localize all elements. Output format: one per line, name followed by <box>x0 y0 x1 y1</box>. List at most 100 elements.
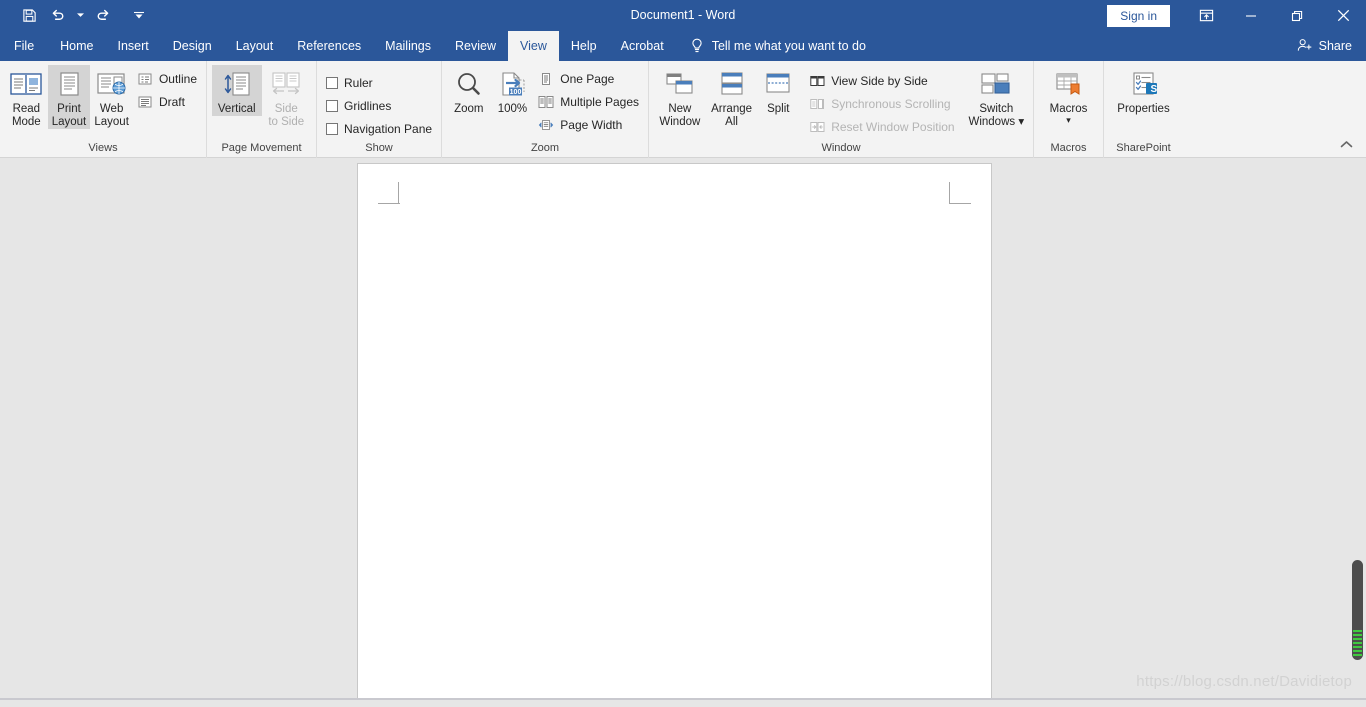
vertical-scroll-icon <box>220 67 254 103</box>
arrange-all-button[interactable]: Arrange All <box>706 65 758 129</box>
quick-access-toolbar <box>0 0 152 31</box>
undo-dropdown-chevron-down-icon[interactable] <box>72 4 88 28</box>
switch-windows-label-line1: Switch <box>979 103 1014 115</box>
bottom-divider <box>0 698 1366 700</box>
sign-in-button[interactable]: Sign in <box>1107 4 1170 27</box>
save-icon[interactable] <box>16 4 42 28</box>
print-layout-label-line2: Layout <box>51 116 87 128</box>
zoom-100-button[interactable]: 100 100% <box>491 65 535 116</box>
document-canvas[interactable]: https://blog.csdn.net/Davidietop <box>0 158 1366 700</box>
one-page-label: One Page <box>560 71 615 86</box>
tab-view[interactable]: View <box>508 31 559 61</box>
zoom-group-label: Zoom <box>530 142 560 154</box>
zoom-button[interactable]: Zoom <box>447 65 491 116</box>
arrange-all-icon <box>715 67 749 103</box>
macros-button[interactable]: Macros ▾ <box>1039 65 1098 125</box>
split-button[interactable]: Split <box>757 65 799 116</box>
navigation-pane-checkbox-row[interactable]: Navigation Pane <box>322 117 436 140</box>
macros-chevron-down-icon[interactable]: ▾ <box>1066 116 1071 125</box>
navigation-pane-checkbox[interactable] <box>326 122 338 135</box>
show-checkbox-list: Ruler Gridlines Navigation Pane <box>322 65 436 140</box>
document-page[interactable] <box>358 164 991 700</box>
ribbon-group-sharepoint: S Properties SharePoint <box>1103 61 1183 158</box>
minimize-icon[interactable] <box>1228 0 1274 31</box>
sharepoint-group-label: SharePoint <box>1116 142 1171 154</box>
tab-acrobat[interactable]: Acrobat <box>609 31 676 61</box>
web-layout-label-line2: Layout <box>94 116 129 128</box>
margin-corner-mark-top-left <box>378 182 400 204</box>
page-width-label: Page Width <box>560 117 623 132</box>
gridlines-checkbox[interactable] <box>326 99 338 112</box>
page-movement-group-label: Page Movement <box>221 142 302 154</box>
reset-window-position-button[interactable]: Reset Window Position <box>805 115 958 138</box>
redo-icon[interactable] <box>90 4 116 28</box>
web-layout-button[interactable]: Web Layout <box>90 65 133 129</box>
switch-windows-icon <box>979 67 1013 103</box>
side-to-side-button[interactable]: Side to Side <box>262 65 312 129</box>
synchronous-scrolling-button[interactable]: Synchronous Scrolling <box>805 92 958 115</box>
web-layout-icon <box>95 67 129 103</box>
vertical-label-line1: Vertical <box>217 103 256 115</box>
share-button[interactable]: Share <box>1287 31 1366 61</box>
tell-me-search[interactable]: Tell me what you want to do <box>680 31 876 61</box>
vertical-scrollbar[interactable] <box>1349 158 1366 700</box>
page-width-button[interactable]: Page Width <box>534 113 643 136</box>
view-side-by-side-icon <box>809 73 825 89</box>
gridlines-checkbox-row[interactable]: Gridlines <box>322 94 436 117</box>
tab-review[interactable]: Review <box>443 31 508 61</box>
customize-quick-access-toolbar-icon[interactable] <box>126 4 152 28</box>
ruler-label: Ruler <box>344 75 373 90</box>
switch-windows-button[interactable]: Switch Windows ▾ <box>965 65 1028 129</box>
close-icon[interactable] <box>1320 0 1366 31</box>
draft-button[interactable]: Draft <box>133 90 201 113</box>
ribbon-group-window: New Window Arrange All Split View Side b… <box>648 61 1033 158</box>
undo-icon[interactable] <box>44 4 70 28</box>
scrollbar-progress-ticks <box>1353 630 1362 656</box>
svg-text:100: 100 <box>510 89 522 96</box>
restore-icon[interactable] <box>1274 0 1320 31</box>
synchronous-scrolling-label: Synchronous Scrolling <box>831 96 951 111</box>
vertical-button[interactable]: Vertical <box>212 65 262 116</box>
view-side-by-side-button[interactable]: View Side by Side <box>805 69 958 92</box>
watermark-text: https://blog.csdn.net/Davidietop <box>1136 673 1352 690</box>
tab-help[interactable]: Help <box>559 31 609 61</box>
tab-design[interactable]: Design <box>161 31 224 61</box>
multiple-pages-button[interactable]: Multiple Pages <box>534 90 643 113</box>
side-to-side-label-line2: to Side <box>268 116 305 128</box>
ribbon-display-options-icon[interactable] <box>1184 0 1228 31</box>
new-window-button[interactable]: New Window <box>654 65 706 129</box>
lightbulb-icon <box>690 38 704 54</box>
ribbon-group-views: Read Mode Print Layout Web Layout Outlin… <box>0 61 206 158</box>
properties-icon: S <box>1127 67 1161 103</box>
vertical-scrollbar-thumb[interactable] <box>1352 560 1363 660</box>
macros-group-label: Macros <box>1050 142 1087 154</box>
tab-mailings[interactable]: Mailings <box>373 31 443 61</box>
title-bar: Document1 - Word Sign in <box>0 0 1366 31</box>
outline-button[interactable]: Outline <box>133 67 201 90</box>
tab-file[interactable]: File <box>0 31 48 61</box>
ruler-checkbox[interactable] <box>326 76 338 89</box>
title-bar-right-controls: Sign in <box>1107 0 1366 31</box>
zoom-small-items: One Page Multiple Pages Page Width <box>534 65 643 136</box>
read-mode-label-line2: Mode <box>11 116 41 128</box>
tab-layout[interactable]: Layout <box>224 31 286 61</box>
collapse-ribbon-chevron-up-icon[interactable] <box>1336 135 1356 153</box>
switch-windows-chevron-down-icon[interactable]: ▾ <box>1018 116 1024 128</box>
share-label: Share <box>1318 39 1352 53</box>
reset-window-position-label: Reset Window Position <box>831 119 955 134</box>
tab-insert[interactable]: Insert <box>106 31 161 61</box>
multiple-pages-icon <box>538 94 554 110</box>
arrange-all-label-line1: Arrange <box>711 103 753 115</box>
ruler-checkbox-row[interactable]: Ruler <box>322 71 436 94</box>
read-mode-button[interactable]: Read Mode <box>5 65 48 129</box>
properties-button[interactable]: S Properties <box>1109 65 1178 116</box>
tab-references[interactable]: References <box>285 31 373 61</box>
print-layout-label-line1: Print <box>57 103 81 115</box>
gridlines-label: Gridlines <box>344 98 392 113</box>
tab-home[interactable]: Home <box>48 31 105 61</box>
reset-window-position-icon <box>809 119 825 135</box>
print-layout-button[interactable]: Print Layout <box>47 65 91 129</box>
window-small-items: View Side by Side Synchronous Scrolling … <box>805 65 958 138</box>
margin-corner-mark-top-right <box>949 182 971 204</box>
one-page-button[interactable]: One Page <box>534 67 643 90</box>
